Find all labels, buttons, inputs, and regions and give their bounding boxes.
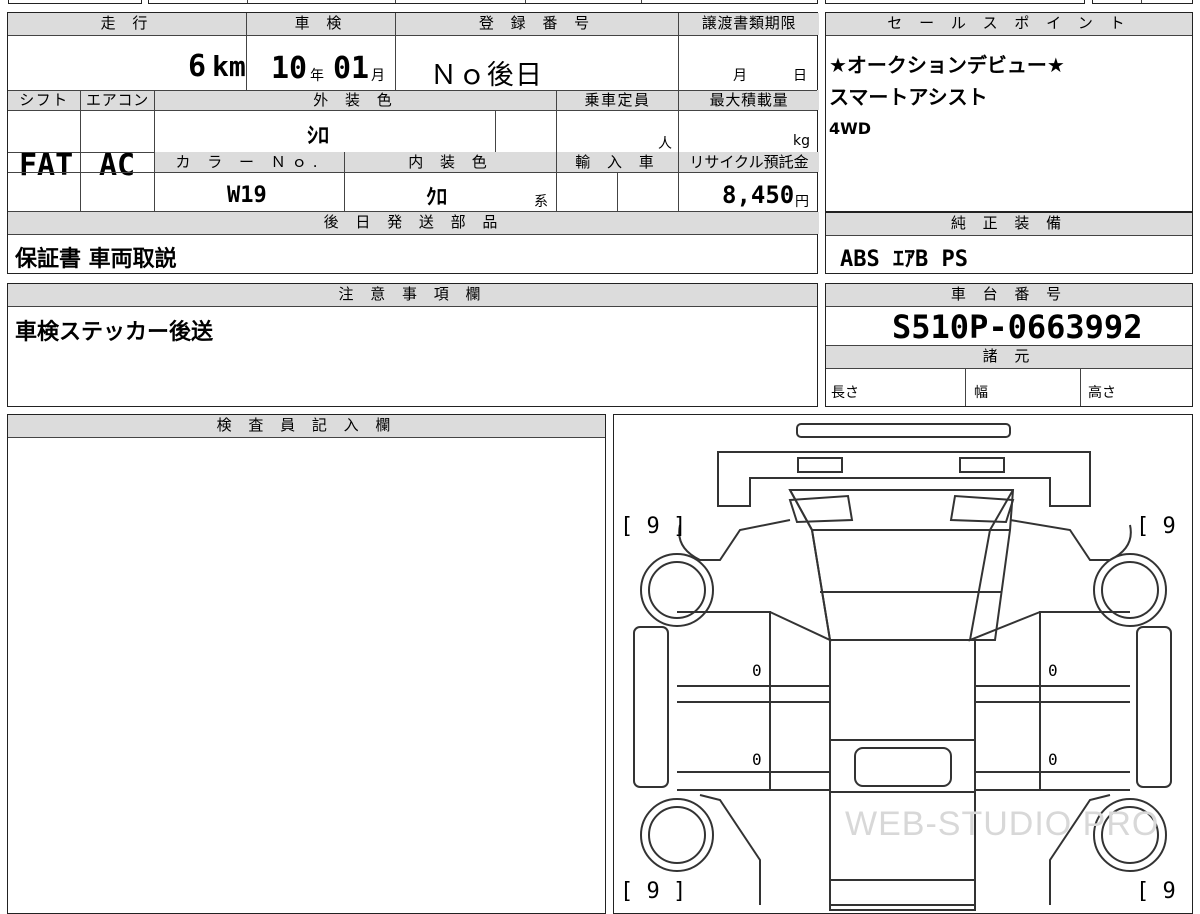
top-strip-right [825,0,1085,4]
header-color-no: カ ラ ー Ｎｏ. [155,152,344,172]
spec-width-label: 幅 [974,385,988,401]
sales-point-line-1: ★オークションデビュー★ [829,53,1065,77]
inspection-month: 01 [333,51,370,86]
mark-rear-left-door: 0 [752,750,762,769]
later-parts-value: 保証書 車両取説 [15,247,177,272]
notes-header: 注 意 事 項 欄 [8,284,817,306]
spec-height-label: 高さ [1088,385,1116,401]
color-no-value: W19 [227,183,267,208]
interior-color-value: ｸﾛ [426,185,447,209]
header-max-load: 最大積載量 [679,90,819,110]
header-aircon: エアコン [81,90,154,110]
vehicle-info-table: 走 行 車 検 登 録 番 号 譲渡書類期限 6 km 10 年 01 月 Ｎｏ… [7,12,819,274]
inspector-header: 検 査 員 記 入 欄 [8,415,605,437]
top-strip-far-right [1092,0,1193,4]
header-mileage: 走 行 [8,13,246,35]
header-interior-color: 内 装 色 [345,152,556,172]
mileage-value: 6 [188,49,207,84]
specs-header: 諸 元 [826,346,1192,368]
header-shift: シフト [8,90,80,110]
mark-front-left-door: 0 [752,661,762,680]
transfer-month-unit: 月 [733,68,747,84]
header-inspection: 車 検 [247,13,395,35]
inspector-box: 検 査 員 記 入 欄 [7,414,606,914]
equipment-header: 純 正 装 備 [826,213,1192,235]
mark-rear-right-door: 0 [1048,750,1058,769]
inspection-year-unit: 年 [310,68,324,84]
equipment-box: 純 正 装 備 ABS ｴｱB PS [825,212,1193,274]
equipment-value: ABS ｴｱB PS [840,247,968,272]
header-registration: 登 録 番 号 [396,13,678,35]
chassis-box: 車 台 番 号 S510P-0663992 諸 元 長さ 幅 高さ [825,283,1193,407]
sales-point-line-2: スマートアシスト [829,85,988,109]
registration-value: Ｎｏ後日 [430,60,544,91]
mark-front-right-door: 0 [1048,661,1058,680]
chassis-header: 車 台 番 号 [826,284,1192,306]
header-exterior-color: 外 装 色 [155,90,556,110]
watermark: WEB-STUDIO PRO [845,805,1159,843]
mileage-unit: km [212,50,246,83]
capacity-unit: 人 [658,136,672,152]
notes-box: 注 意 事 項 欄 車検ステッカー後送 [7,283,818,407]
recycle-fee-value: 8,450 [722,181,795,209]
interior-color-unit: 系 [534,194,548,210]
chassis-number-value: S510P-0663992 [892,308,1143,346]
header-import: 輸 入 車 [557,152,678,172]
top-strip-left [8,0,142,4]
header-capacity: 乗車定員 [557,90,678,110]
tire-front-right-label: [ 9 ] [1136,514,1193,539]
sales-point-line-3: 4WD [829,119,872,138]
max-load-unit: kg [793,133,810,149]
inspection-year: 10 [271,51,308,86]
header-transfer-deadline: 譲渡書類期限 [679,13,819,35]
shift-value: FAT [19,148,74,183]
car-diagram: [ 9 ] [ 9 ] [ 9 ] [ 9 ] 0 0 0 0 WEB-STUD… [620,422,1193,911]
spec-length-label: 長さ [831,385,859,401]
exterior-color-value: ｼﾛ [307,124,330,149]
car-diagram-box: [ 9 ] [ 9 ] [ 9 ] [ 9 ] 0 0 0 0 WEB-STUD… [613,414,1193,914]
notes-value: 車検ステッカー後送 [15,320,214,345]
top-strip-center [148,0,818,4]
tire-front-left-label: [ 9 ] [620,514,686,539]
inspection-month-unit: 月 [371,68,385,84]
transfer-day-unit: 日 [793,68,807,84]
header-later-parts: 後 日 発 送 部 品 [8,212,819,234]
sales-points-box: セ ー ル ス ポ イ ン ト ★オークションデビュー★ スマートアシスト 4W… [825,12,1193,212]
recycle-fee-unit: 円 [795,194,809,210]
header-recycle-fee: リサイクル預託金 [679,152,819,172]
aircon-value: AC [99,148,136,183]
sales-points-header: セ ー ル ス ポ イ ン ト [826,13,1192,35]
